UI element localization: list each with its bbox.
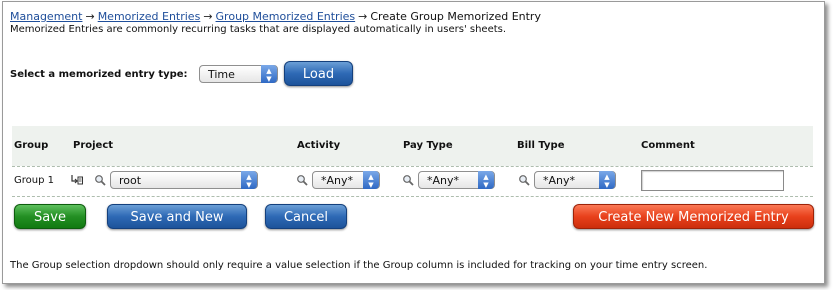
create-new-memorized-entry-button[interactable]: Create New Memorized Entry [573,204,814,229]
activity-selected-value: *Any* [321,174,354,187]
bill-type-selected-value: *Any* [543,174,576,187]
column-header-project: Project [73,140,114,151]
breadcrumb-current-page: Create Group Memorized Entry [370,10,541,23]
breadcrumb: Management → Memorized Entries → Group Memor… [10,10,541,23]
row-divider [12,196,813,197]
column-header-pay-type: Pay Type [403,140,453,151]
load-button[interactable]: Load [284,61,353,86]
row-divider [12,166,813,167]
column-header-comment: Comment [641,140,695,151]
pay-type-select[interactable]: *Any* ▲ ▼ [418,171,495,189]
breadcrumb-memorized-entries-link[interactable]: Memorized Entries [98,10,201,23]
breadcrumb-separator: → [203,10,213,23]
group-cell: Group 1 [14,175,54,186]
comment-input[interactable] [641,170,784,191]
activity-search-icon[interactable] [296,174,308,186]
save-button[interactable]: Save [14,204,86,229]
breadcrumb-separator: → [358,10,368,23]
bill-type-search-icon[interactable] [518,174,530,186]
entry-type-selected-value: Time [208,68,235,81]
column-header-bill-type: Bill Type [517,140,565,151]
up-down-arrows-icon: ▲ ▼ [478,171,494,189]
breadcrumb-separator: → [85,10,95,23]
group-column-note: The Group selection dropdown should only… [10,260,708,271]
page-frame: Management → Memorized Entries → Group Memor… [2,1,825,284]
column-header-activity: Activity [297,140,341,151]
breadcrumb-group-memorized-entries-link[interactable]: Group Memorized Entries [216,10,356,23]
entry-type-select[interactable]: Time ▲ ▼ [199,65,278,83]
activity-select[interactable]: *Any* ▲ ▼ [312,171,380,189]
pay-type-search-icon[interactable] [402,174,414,186]
bill-type-select[interactable]: *Any* ▲ ▼ [534,171,616,189]
save-and-new-button[interactable]: Save and New [107,204,247,229]
breadcrumb-management-link[interactable]: Management [10,10,82,23]
page-description: Memorized Entries are commonly recurring… [10,24,507,35]
tree-picker-icon[interactable] [71,174,83,186]
pay-type-selected-value: *Any* [427,174,460,187]
project-selected-value: root [119,174,142,187]
up-down-arrows-icon: ▲ ▼ [261,65,277,83]
up-down-arrows-icon: ▲ ▼ [241,171,257,189]
project-select[interactable]: root ▲ ▼ [110,171,258,189]
column-header-group: Group [14,140,49,151]
cancel-button[interactable]: Cancel [265,204,347,229]
up-down-arrows-icon: ▲ ▼ [599,171,615,189]
entry-type-label: Select a memorized entry type: [10,69,188,80]
up-down-arrows-icon: ▲ ▼ [363,171,379,189]
project-search-icon[interactable] [94,174,106,186]
